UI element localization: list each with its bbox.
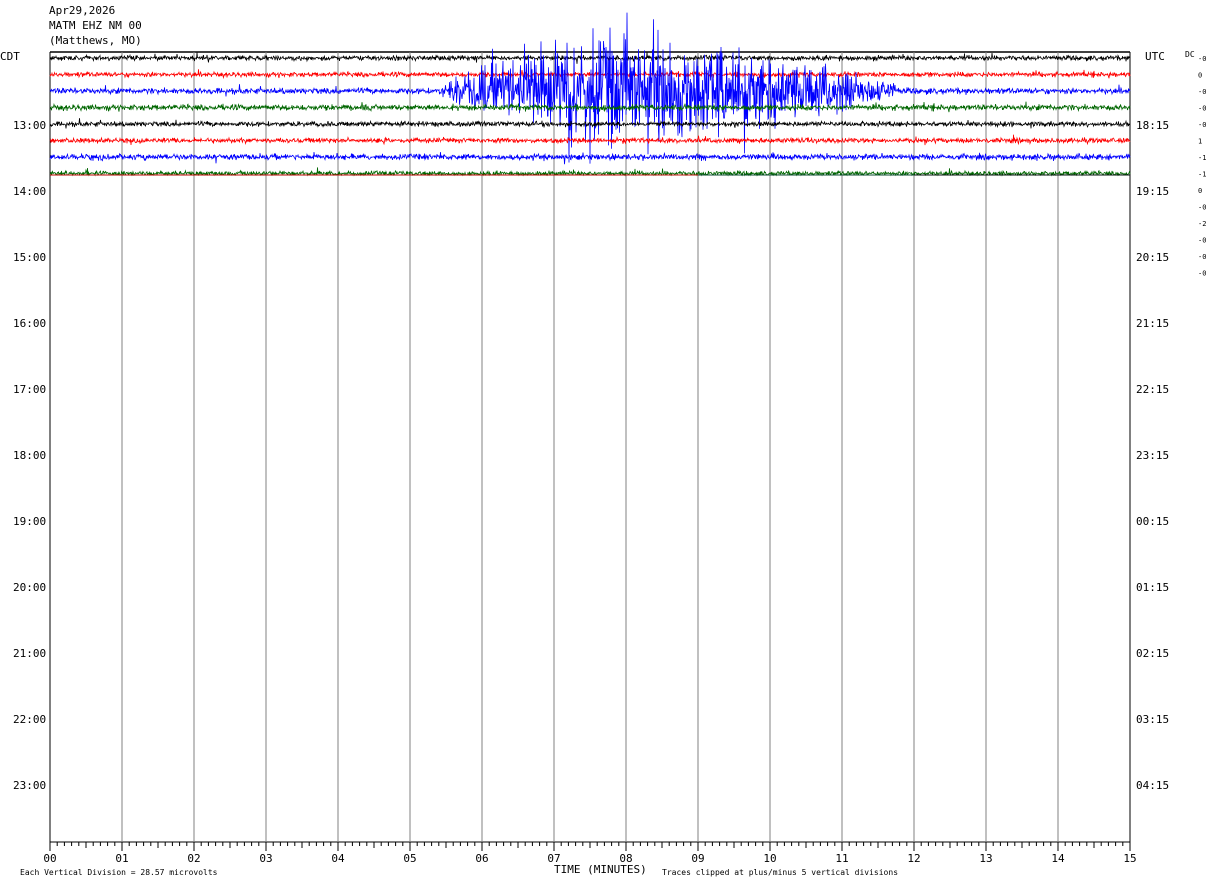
x-tick-label: 03 bbox=[259, 852, 272, 865]
dc-offset-label: 0 bbox=[1198, 187, 1202, 195]
x-tick-label: 04 bbox=[331, 852, 345, 865]
seismic-traces bbox=[49, 12, 1131, 177]
left-timezone-label: CDT bbox=[0, 50, 20, 63]
dc-offset-label: 0 bbox=[1198, 72, 1202, 80]
dc-offset-label: -0 bbox=[1198, 121, 1206, 129]
right-timezone-label: UTC bbox=[1145, 50, 1165, 63]
local-hour-label: 22:00 bbox=[13, 713, 46, 726]
utc-hour-label: 22:15 bbox=[1136, 383, 1169, 396]
dc-offset-label: -0 bbox=[1198, 204, 1206, 212]
dc-offset-label: -0 bbox=[1198, 55, 1206, 63]
local-hour-label: 13:00 bbox=[13, 119, 46, 132]
dc-offset-label: -0 bbox=[1198, 237, 1206, 245]
trace-row-1 bbox=[50, 51, 1131, 64]
dc-offset-label: -2 bbox=[1198, 220, 1206, 228]
dc-offset-label: -1 bbox=[1198, 154, 1206, 162]
utc-hour-label: 02:15 bbox=[1136, 647, 1169, 660]
helicorder-chart: 00 01 02 03 04 05 06 07 08 09 10 11 12 13 14 1513:00 18:… bbox=[0, 12, 1206, 877]
local-hour-label: 19:00 bbox=[13, 515, 46, 528]
x-tick-label: 13 bbox=[979, 852, 992, 865]
dc-header-label: DC bbox=[1185, 50, 1195, 59]
utc-hour-label: 21:15 bbox=[1136, 317, 1169, 330]
scale-note: Each Vertical Division = 28.57 microvolt… bbox=[20, 868, 218, 877]
x-tick-label: 09 bbox=[691, 852, 704, 865]
x-tick-label: 05 bbox=[403, 852, 416, 865]
x-tick-label: 15 bbox=[1123, 852, 1136, 865]
x-tick-label: 00 bbox=[43, 852, 56, 865]
dc-offset-label: 1 bbox=[1198, 138, 1202, 146]
local-hour-label: 23:00 bbox=[13, 779, 46, 792]
trace-row-2 bbox=[49, 69, 1131, 80]
dc-offset-label: -0 bbox=[1198, 253, 1206, 261]
clip-note: Traces clipped at plus/minus 5 vertical … bbox=[662, 868, 898, 877]
local-hour-label: 16:00 bbox=[13, 317, 46, 330]
utc-hour-label: 23:15 bbox=[1136, 449, 1169, 462]
utc-hour-label: 18:15 bbox=[1136, 119, 1169, 132]
x-tick-label: 11 bbox=[835, 852, 848, 865]
utc-hour-label: 03:15 bbox=[1136, 713, 1169, 726]
dc-offset-label: -1 bbox=[1198, 171, 1206, 179]
trace-row-8 bbox=[49, 167, 1131, 177]
dc-offset-label: -0 bbox=[1198, 105, 1206, 113]
local-hour-label: 18:00 bbox=[13, 449, 46, 462]
local-hour-label: 15:00 bbox=[13, 251, 46, 264]
utc-hour-label: 20:15 bbox=[1136, 251, 1169, 264]
x-tick-label: 10 bbox=[763, 852, 776, 865]
x-tick-label: 12 bbox=[907, 852, 920, 865]
local-hour-label: 14:00 bbox=[13, 185, 46, 198]
x-tick-label: 02 bbox=[187, 852, 200, 865]
local-hour-label: 20:00 bbox=[13, 581, 46, 594]
local-hour-label: 17:00 bbox=[13, 383, 46, 396]
local-hour-label: 21:00 bbox=[13, 647, 46, 660]
dc-offset-label: -0 bbox=[1198, 270, 1206, 278]
x-tick-label: 01 bbox=[115, 852, 128, 865]
dc-offset-label: -0 bbox=[1198, 88, 1206, 96]
utc-hour-label: 19:15 bbox=[1136, 185, 1169, 198]
utc-hour-label: 01:15 bbox=[1136, 581, 1169, 594]
x-tick-label: 14 bbox=[1051, 852, 1065, 865]
x-axis-title: TIME (MINUTES) bbox=[554, 863, 647, 876]
utc-hour-label: 04:15 bbox=[1136, 779, 1169, 792]
x-tick-label: 06 bbox=[475, 852, 488, 865]
utc-hour-label: 00:15 bbox=[1136, 515, 1169, 528]
